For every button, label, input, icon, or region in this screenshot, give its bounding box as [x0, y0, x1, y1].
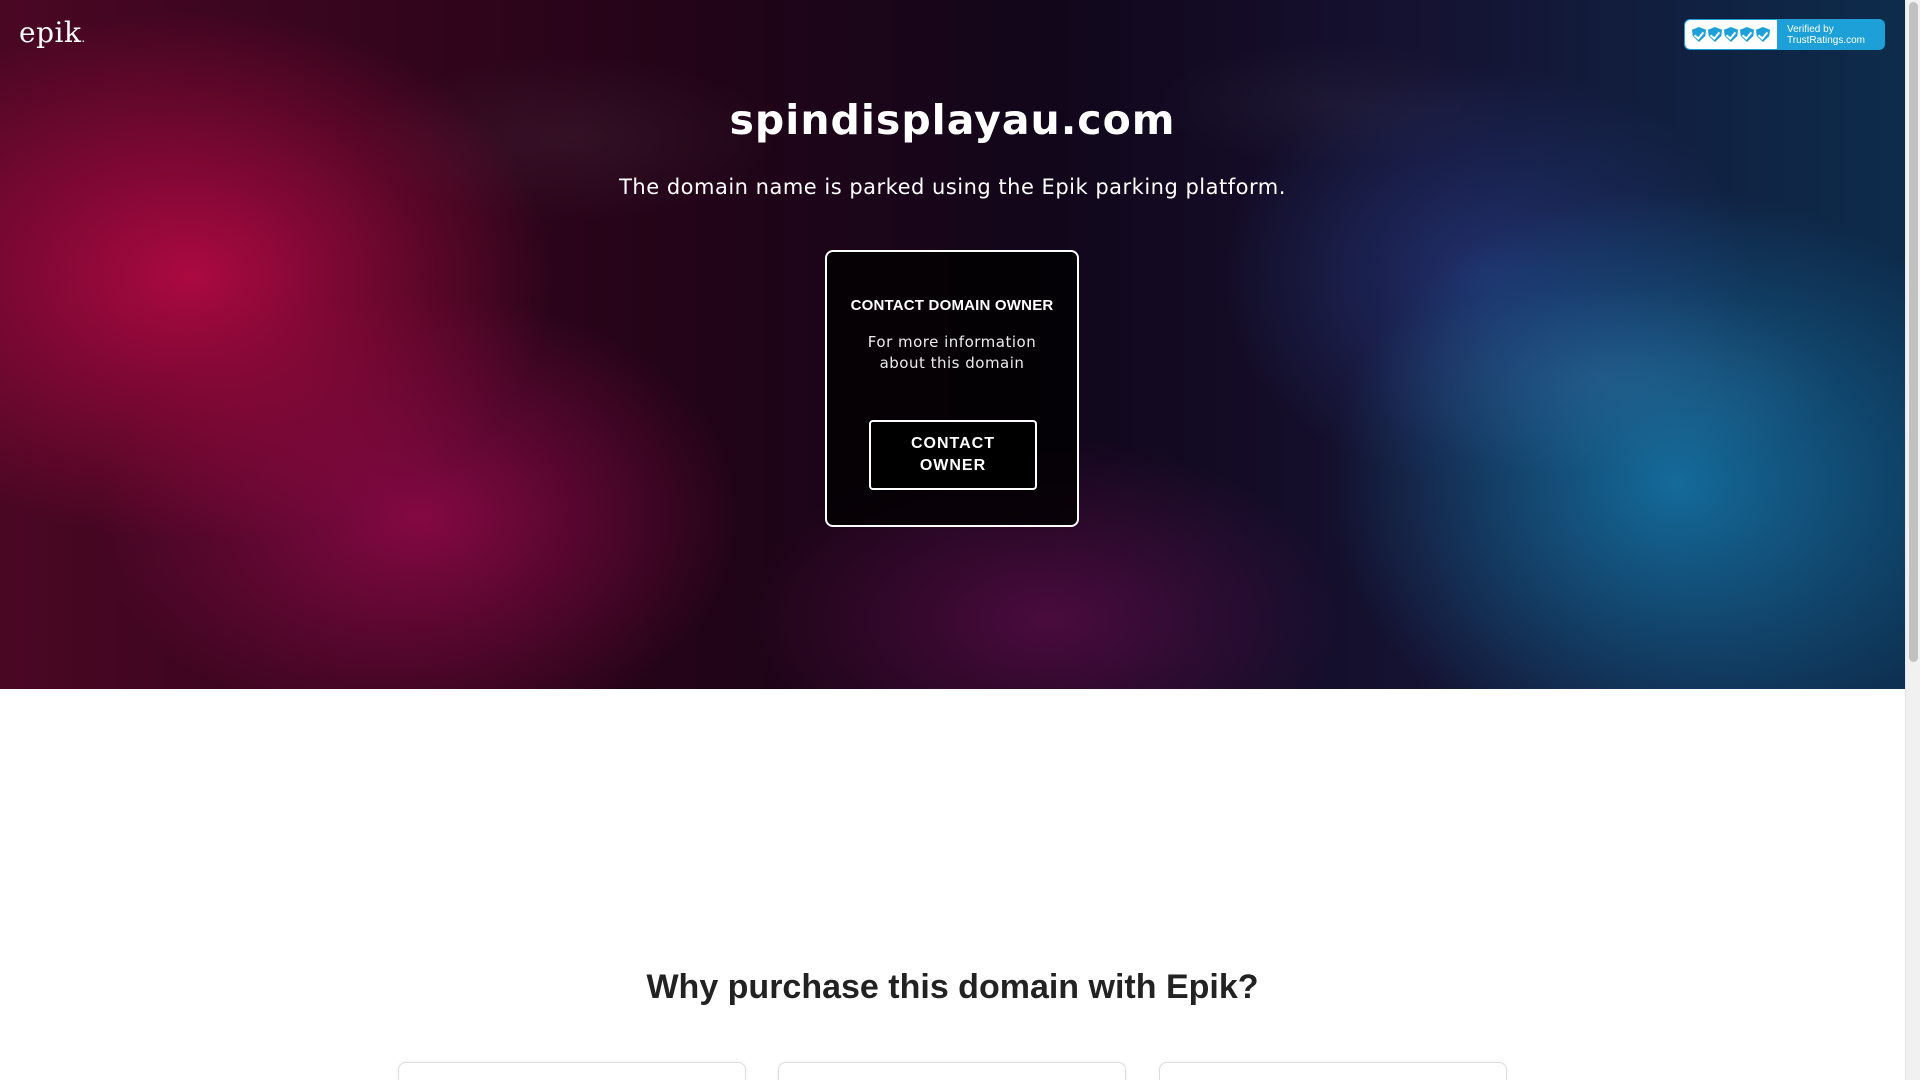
contact-owner-button[interactable]: CONTACT OWNER [869, 420, 1037, 490]
contact-owner-card: CONTACT DOMAIN OWNER For more informatio… [825, 250, 1079, 527]
domain-name-title: spindisplayau.com [729, 96, 1176, 144]
feature-card [1159, 1062, 1507, 1080]
trust-badge-line2: TrustRatings.com [1787, 35, 1865, 46]
shield-check-icon [1692, 27, 1706, 42]
hero-banner: epik. Verified by TrustRatings.com spind… [0, 0, 1905, 689]
shield-check-icon [1708, 27, 1722, 42]
feature-card [778, 1062, 1126, 1080]
parked-subtitle: The domain name is parked using the Epik… [619, 175, 1286, 199]
contact-card-heading: CONTACT DOMAIN OWNER [850, 297, 1054, 314]
shield-rating [1685, 20, 1777, 49]
vertical-scrollbar[interactable] [1905, 0, 1920, 1080]
why-purchase-heading: Why purchase this domain with Epik? [646, 968, 1259, 1006]
scrollbar-thumb[interactable] [1909, 2, 1918, 662]
contact-card-description: For more information about this domain [867, 333, 1037, 372]
shield-check-icon [1756, 27, 1770, 42]
shield-check-icon [1740, 27, 1754, 42]
logo-text: epik [19, 16, 82, 49]
trustratings-badge[interactable]: Verified by TrustRatings.com [1684, 19, 1885, 50]
trust-badge-text: Verified by TrustRatings.com [1777, 20, 1884, 49]
logo-dot: . [81, 31, 86, 45]
shield-check-icon [1724, 27, 1738, 42]
trust-badge-line1: Verified by [1787, 24, 1834, 35]
feature-card [398, 1062, 746, 1080]
epik-logo[interactable]: epik. [19, 16, 86, 49]
